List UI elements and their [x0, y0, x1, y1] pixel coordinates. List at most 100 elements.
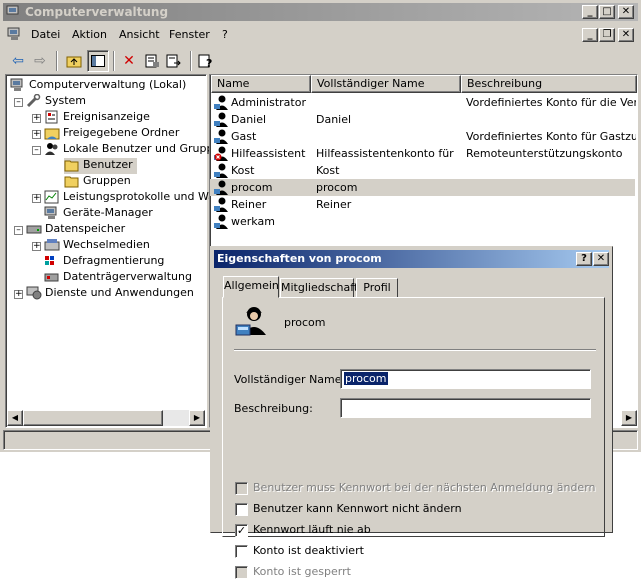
forward-arrow-icon[interactable]: ⇨ — [29, 50, 51, 72]
tree-item-gruppen[interactable]: Gruppen — [64, 174, 131, 190]
table-row[interactable]: procom procom — [210, 179, 635, 196]
column-header-description[interactable]: Beschreibung — [461, 75, 637, 93]
menu-aktion[interactable]: Aktion — [72, 28, 107, 41]
up-folder-icon[interactable] — [63, 50, 85, 72]
checkbox[interactable] — [235, 545, 248, 558]
collapse-toggle[interactable]: – — [14, 226, 23, 235]
tree-item-system[interactable]: System — [26, 94, 86, 110]
checkbox-label[interactable]: Benutzer kann Kennwort nicht ändern — [253, 502, 462, 515]
scroll-left-button[interactable]: ◀ — [7, 410, 23, 426]
tree-item-dienste[interactable]: Dienste und Anwendungen — [26, 286, 194, 302]
description-field[interactable] — [340, 398, 591, 418]
disk-management-icon — [44, 273, 59, 282]
tree-item-root[interactable]: Computerverwaltung (Lokal) — [10, 78, 186, 94]
expand-toggle[interactable]: + — [14, 290, 23, 299]
tab-allgemein[interactable]: Allgemein — [223, 276, 279, 298]
tree-label: Wechselmedien — [63, 238, 150, 251]
menu-ansicht[interactable]: Ansicht — [119, 28, 160, 41]
tree-item-leistungsprotokolle[interactable]: Leistungsprotokolle und Warn — [44, 190, 226, 206]
tree-item-wechselmedien[interactable]: Wechselmedien — [44, 238, 150, 254]
expand-toggle[interactable]: + — [32, 194, 41, 203]
fullname-value: procom — [344, 372, 388, 385]
tree-horizontal-scrollbar[interactable]: ◀ ▶ — [7, 410, 205, 426]
expand-toggle[interactable]: + — [32, 114, 41, 123]
tree-pane[interactable]: Computerverwaltung (Lokal) – System + Er… — [5, 74, 227, 428]
tree-item-datenspeicher[interactable]: Datenspeicher — [26, 222, 125, 238]
table-row[interactable]: Hilfeassistent Hilfeassistentenkonto für … — [210, 145, 635, 162]
tree-item-datentraegerverwaltung[interactable]: Datenträgerverwaltung — [44, 270, 192, 286]
dialog-close-button[interactable]: ✕ — [593, 252, 609, 266]
scroll-right-button[interactable]: ▶ — [621, 410, 637, 426]
close-button[interactable]: ✕ — [618, 5, 634, 19]
export-list-icon[interactable] — [163, 50, 185, 72]
services-icon — [26, 286, 42, 300]
user-icon — [214, 214, 228, 229]
tree-item-geraete-manager[interactable]: Geräte-Manager — [44, 206, 153, 222]
menu-help[interactable]: ? — [222, 28, 228, 41]
tree-label: Benutzer — [83, 158, 133, 171]
child-minimize-button[interactable]: _ — [582, 28, 598, 42]
cell-name: Gast — [231, 130, 257, 143]
table-row[interactable]: Gast Vordefiniertes Konto für Gastzugrif — [210, 128, 636, 145]
table-row[interactable]: Administrator Vordefiniertes Konto für di… — [210, 94, 636, 111]
tree-label: Dienste und Anwendungen — [45, 286, 194, 299]
cell-fullname: Daniel — [316, 113, 352, 126]
window-title: Computerverwaltung — [25, 5, 169, 19]
dialog-title-bar: Eigenschaften von procom ? ✕ — [214, 250, 609, 268]
column-header-fullname[interactable]: Vollständiger Name — [311, 75, 461, 93]
defrag-icon — [45, 256, 54, 265]
table-row[interactable]: werkam — [210, 213, 635, 230]
cell-name: Kost — [231, 164, 255, 177]
properties-icon[interactable] — [141, 50, 163, 72]
cell-description: Vordefiniertes Konto für die Verwal — [466, 96, 636, 109]
menu-datei[interactable]: Datei — [31, 28, 60, 41]
scroll-thumb[interactable] — [23, 410, 163, 426]
tab-panel-allgemein: procom Vollständiger Name: procom Beschr… — [222, 297, 605, 579]
show-hide-tree-icon[interactable] — [87, 50, 109, 72]
checkbox-label[interactable]: Konto ist deaktiviert — [253, 544, 364, 557]
help-icon[interactable]: ? — [195, 50, 217, 72]
tab-mitgliedschaft[interactable]: Mitgliedschaft — [280, 278, 358, 298]
table-row[interactable]: Reiner Reiner — [210, 196, 635, 213]
tree-item-defragmentierung[interactable]: Defragmentierung — [44, 254, 164, 270]
user-icon — [214, 95, 228, 110]
help-button[interactable]: ? — [576, 252, 592, 266]
collapse-toggle[interactable]: – — [32, 146, 41, 155]
minimize-button[interactable]: _ — [582, 5, 598, 19]
table-row[interactable]: Kost Kost — [210, 162, 635, 179]
checkbox — [235, 482, 248, 495]
removable-media-icon — [44, 239, 60, 251]
tree-item-freigegebene-ordner[interactable]: Freigegebene Ordner — [44, 126, 179, 142]
tree-label: System — [45, 94, 87, 107]
maximize-button[interactable]: □ — [599, 5, 615, 19]
fullname-field[interactable]: procom — [340, 369, 591, 389]
child-restore-button[interactable]: ❐ — [599, 28, 615, 42]
scroll-right-button[interactable]: ▶ — [189, 410, 205, 426]
toolbar-separator — [113, 51, 115, 71]
cell-name: werkam — [231, 215, 275, 228]
back-arrow-icon[interactable]: ⇦ — [7, 50, 29, 72]
expand-toggle[interactable]: + — [32, 130, 41, 139]
tree-item-benutzer[interactable]: Benutzer — [64, 158, 137, 174]
tree-label: Datenspeicher — [45, 222, 126, 235]
checkbox[interactable]: ✓ — [235, 524, 248, 537]
user-icon — [214, 180, 228, 195]
checkbox-label[interactable]: Kennwort läuft nie ab — [253, 523, 371, 536]
checkbox[interactable] — [235, 503, 248, 516]
computer-management-icon — [6, 5, 19, 18]
tab-profil[interactable]: Profil — [356, 278, 398, 298]
collapse-toggle[interactable]: – — [14, 98, 23, 107]
menu-fenster[interactable]: Fenster — [169, 28, 210, 41]
users-group-icon — [45, 143, 58, 155]
column-header-name[interactable]: Name — [211, 75, 311, 93]
expand-toggle[interactable]: + — [32, 242, 41, 251]
cell-description: Remoteunterstützungskonto — [466, 147, 623, 160]
tree-item-lokale-benutzer[interactable]: Lokale Benutzer und Gruppen — [44, 142, 227, 158]
checkbox-label: Konto ist gesperrt — [253, 565, 351, 578]
cell-fullname: Kost — [316, 164, 340, 177]
tree-item-ereignisanzeige[interactable]: Ereignisanzeige — [44, 110, 150, 126]
user-icon — [214, 163, 228, 178]
table-row[interactable]: Daniel Daniel — [210, 111, 635, 128]
child-close-button[interactable]: ✕ — [618, 28, 634, 42]
delete-icon[interactable]: ✕ — [118, 50, 140, 72]
